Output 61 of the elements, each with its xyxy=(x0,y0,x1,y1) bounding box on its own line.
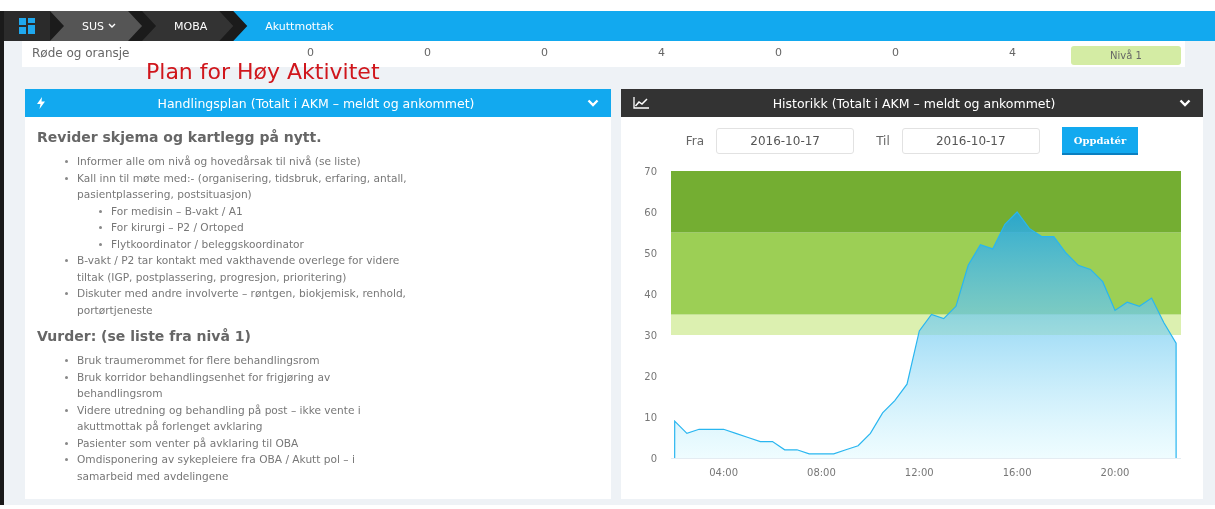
breadcrumb-item[interactable]: MOBA xyxy=(142,11,234,41)
list-item: Diskuter med andre involverte – røntgen, biokjemisk, renhold, portørtjeneste xyxy=(77,285,407,318)
list-item: Omdisponering av sykepleiere fra OBA / Akutt pol – i samarbeid med avdelingene xyxy=(77,451,407,484)
count-value: 4 xyxy=(657,46,666,59)
from-date-field[interactable]: 2016-10-17 xyxy=(716,128,855,154)
section-heading: Revider skjema og kartlegg på nytt. xyxy=(37,129,323,145)
x-tick-label: 08:00 xyxy=(807,467,836,478)
y-tick-label: 30 xyxy=(644,330,657,341)
count-value: 4 xyxy=(1008,46,1017,59)
bullet-icon xyxy=(99,242,102,246)
bullet-icon xyxy=(65,292,68,295)
panel-title: Handlingsplan (Totalt i AKM – meldt og ankommet) xyxy=(156,95,476,111)
to-label: Til xyxy=(876,134,890,148)
x-tick-label: 20:00 xyxy=(1100,467,1130,478)
y-tick-label: 50 xyxy=(644,248,657,259)
bullet-icon xyxy=(99,226,102,229)
list-item: Flytkoordinator / beleggskoordinator xyxy=(111,235,411,252)
y-tick-label: 40 xyxy=(644,289,657,300)
y-tick-label: 0 xyxy=(650,453,657,464)
list-item: Informer alle om nivå og hovedårsak til nivå (se liste) xyxy=(77,153,407,170)
breadcrumb-item[interactable]: SUS xyxy=(50,11,143,41)
bullet-icon xyxy=(65,441,68,445)
to-date-field[interactable]: 2016-10-17 xyxy=(901,128,1040,154)
list-item: For kirurgi – P2 / Ortoped xyxy=(111,219,411,236)
bullet-icon xyxy=(65,408,68,412)
y-tick-label: 20 xyxy=(644,371,657,382)
count-value: 0 xyxy=(540,46,549,59)
level-badge: Nivå 1 xyxy=(1071,46,1181,65)
bullet-icon xyxy=(65,375,68,379)
list-item: Videre utredning og behandling på post – ikke vente i akuttmottak på forlenget avklaring xyxy=(77,401,407,435)
bullet-icon xyxy=(99,209,102,213)
list-item: For medisin – B-vakt / A1 xyxy=(111,202,411,219)
from-label: Fra xyxy=(685,134,705,148)
list-item: B-vakt / P2 tar kontakt med vakthavende overlege for videre tiltak (IGP, postplassering, progresjon, prioritering) xyxy=(77,252,407,285)
y-tick-label: 60 xyxy=(644,207,657,218)
overlay-title: Plan for Høy Aktivitet xyxy=(146,59,380,84)
chevron-down-icon[interactable] xyxy=(1179,99,1191,107)
list-item: Pasienter som venter på avklaring til OBA xyxy=(77,434,407,451)
row-label: Røde og oransje xyxy=(32,46,130,60)
y-tick-label: 70 xyxy=(644,166,657,177)
list-item: Bruk traumerommet for flere behandlingsrom xyxy=(77,352,407,369)
section-heading: Vurder: (se liste fra nivå 1) xyxy=(37,328,252,344)
x-tick-label: 12:00 xyxy=(904,467,934,478)
count-value: 0 xyxy=(891,46,900,59)
grid-icon[interactable] xyxy=(19,18,35,34)
bullet-icon xyxy=(65,259,68,262)
x-tick-label: 16:00 xyxy=(1002,467,1032,478)
bullet-icon xyxy=(65,176,68,180)
count-value: 0 xyxy=(423,46,432,59)
bullet-icon xyxy=(65,359,68,362)
x-tick-label: 04:00 xyxy=(709,467,738,478)
count-value: 0 xyxy=(306,46,315,59)
y-tick-label: 10 xyxy=(644,412,657,423)
bullet-icon xyxy=(65,160,68,163)
count-value: 0 xyxy=(774,46,783,59)
line-chart-icon xyxy=(633,97,649,109)
lightning-icon xyxy=(37,97,45,109)
list-item: Bruk korridor behandlingsenhet for frigjøring av behandlingsrom xyxy=(77,368,407,402)
panel-title: Historikk (Totalt i AKM – meldt og ankommet) xyxy=(771,95,1057,111)
list-item: Kall inn til møte med:- (organisering, tidsbruk, erfaring, antall, pasientplassering, postsituasjon) xyxy=(77,169,407,203)
bullet-icon xyxy=(65,458,68,461)
